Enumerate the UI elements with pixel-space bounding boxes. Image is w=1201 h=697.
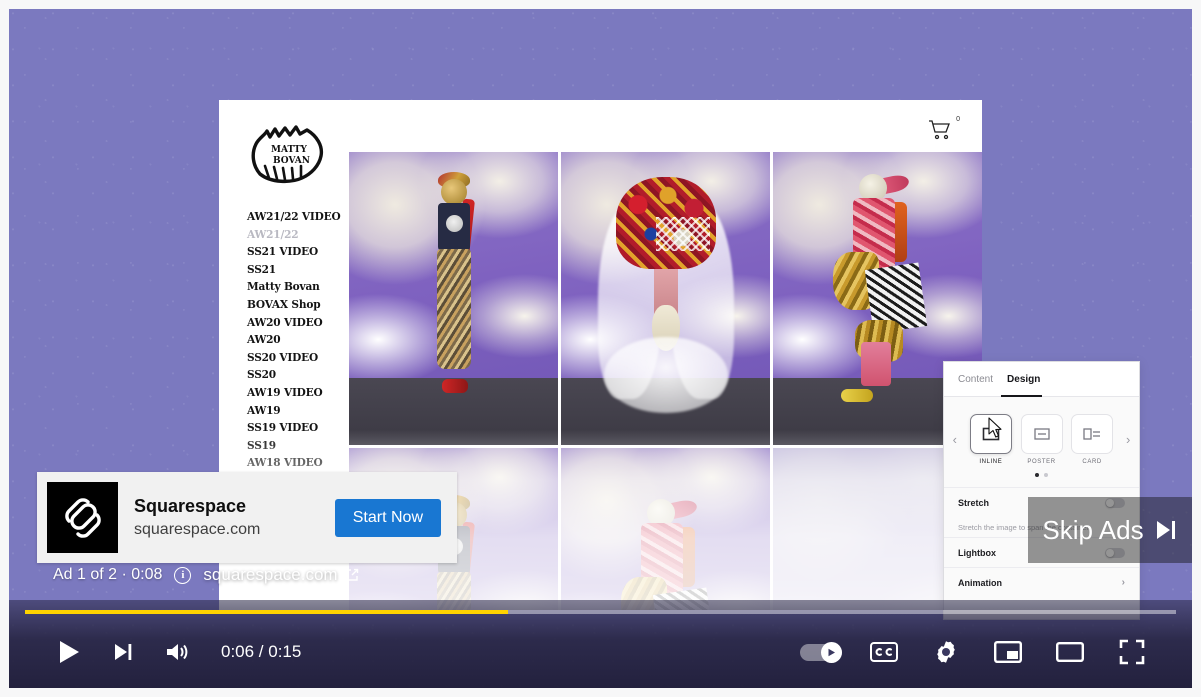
ad-overlay-card[interactable]: Squarespace squarespace.com Start Now <box>37 472 457 563</box>
captions-icon <box>870 642 898 662</box>
svg-text:MATTY: MATTY <box>271 145 308 155</box>
nav-item[interactable]: AW20 <box>247 331 353 349</box>
nav-item[interactable]: AW20 VIDEO <box>247 314 353 332</box>
gear-icon <box>937 641 955 663</box>
cart-icon[interactable]: 0 <box>928 116 962 148</box>
carousel-next-icon[interactable]: › <box>1121 432 1135 447</box>
time-display: 0:06 / 0:15 <box>221 642 302 661</box>
site-logo[interactable]: MATTY BOVAN <box>247 122 329 184</box>
fullscreen-icon <box>1119 639 1145 665</box>
panel-row-animation[interactable]: Animation › <box>944 567 1139 597</box>
animation-chevron-icon[interactable]: › <box>1122 577 1125 588</box>
lightbox-label: Lightbox <box>958 547 996 558</box>
poster-icon <box>1020 413 1063 454</box>
miniplayer-button[interactable] <box>986 630 1030 674</box>
editor-panel[interactable]: Content Design ‹ INLINE POSTER CARD › St… <box>943 361 1140 620</box>
layout-option-poster[interactable]: POSTER <box>1020 413 1063 465</box>
panel-tabs[interactable]: Content Design <box>944 362 1139 397</box>
skip-ads-label: Skip Ads <box>1042 514 1144 545</box>
nav-item[interactable]: SS19 <box>247 437 353 455</box>
progress-bar[interactable] <box>25 610 1176 614</box>
play-button[interactable] <box>47 630 91 674</box>
nav-item[interactable]: AW21/22 <box>247 226 353 244</box>
autoplay-toggle[interactable] <box>800 641 844 663</box>
theater-mode-button[interactable] <box>1048 630 1092 674</box>
photo-cell[interactable] <box>561 448 770 610</box>
progress-fill <box>25 610 509 614</box>
layout-option-card[interactable]: CARD <box>1071 413 1114 465</box>
nav-item[interactable]: AW19 <box>247 402 353 420</box>
nav-item[interactable]: SS21 VIDEO <box>247 243 353 261</box>
stretch-label: Stretch <box>958 497 990 508</box>
tab-design[interactable]: Design <box>1007 374 1040 385</box>
skip-next-icon <box>1156 521 1175 539</box>
nav-item[interactable]: AW18 VIDEO <box>247 454 353 472</box>
mouse-cursor-icon <box>988 417 1003 439</box>
layout-label-poster: POSTER <box>1027 458 1056 465</box>
advertiser-name: Squarespace <box>134 495 247 516</box>
info-icon[interactable]: i <box>174 566 192 584</box>
next-icon <box>115 644 132 660</box>
nav-item[interactable]: Matty Bovan <box>247 278 353 296</box>
carousel-prev-icon[interactable]: ‹ <box>948 432 962 447</box>
autoplay-play-icon <box>828 648 835 656</box>
ad-counter-text: Ad 1 of 2 · 0:08 <box>53 566 163 583</box>
svg-text:BOVAN: BOVAN <box>273 156 310 166</box>
miniplayer-icon <box>994 641 1022 663</box>
theater-icon <box>1056 642 1084 662</box>
nav-item[interactable]: SS20 VIDEO <box>247 349 353 367</box>
tab-content[interactable]: Content <box>958 374 993 385</box>
start-now-button[interactable]: Start Now <box>334 498 441 537</box>
external-link-icon <box>345 568 358 581</box>
ad-info-row: Ad 1 of 2 · 0:08 i squarespace.com <box>53 565 359 585</box>
photo-cell[interactable] <box>349 152 558 445</box>
player-controls[interactable]: 0:06 / 0:15 <box>9 600 1192 688</box>
nav-item[interactable]: AW21/22 VIDEO <box>247 208 353 226</box>
nav-item[interactable]: SS21 <box>247 261 353 279</box>
card-icon <box>1071 413 1114 454</box>
volume-button[interactable] <box>155 630 199 674</box>
nav-item[interactable]: AW19 VIDEO <box>247 384 353 402</box>
captions-button[interactable] <box>862 630 906 674</box>
advertiser-url: squarespace.com <box>134 520 261 538</box>
layout-label-card: CARD <box>1082 458 1102 465</box>
advertiser-logo <box>47 482 118 553</box>
volume-icon <box>167 644 188 660</box>
settings-button[interactable] <box>924 630 968 674</box>
autoplay-knob <box>821 641 842 663</box>
layout-label-inline: INLINE <box>979 458 1003 465</box>
fullscreen-button[interactable] <box>1110 630 1154 674</box>
skip-ads-button[interactable]: Skip Ads <box>1028 497 1192 563</box>
ad-visit-url: squarespace.com <box>203 565 338 584</box>
video-player[interactable]: MATTY BOVAN 0 AW21/22 VIDEO AW21/22 SS21 V… <box>9 9 1192 688</box>
layout-carousel[interactable]: ‹ INLINE POSTER CARD › <box>944 397 1139 475</box>
ad-visit-link[interactable]: squarespace.com <box>203 565 358 585</box>
cart-count: 0 <box>956 116 960 123</box>
next-video-button[interactable] <box>101 630 145 674</box>
photo-cell[interactable] <box>561 152 770 445</box>
nav-item[interactable]: SS19 VIDEO <box>247 419 353 437</box>
animation-label: Animation <box>958 577 1002 588</box>
play-icon <box>60 641 79 663</box>
nav-item[interactable]: SS20 <box>247 366 353 384</box>
nav-item[interactable]: BOVAX Shop <box>247 296 353 314</box>
